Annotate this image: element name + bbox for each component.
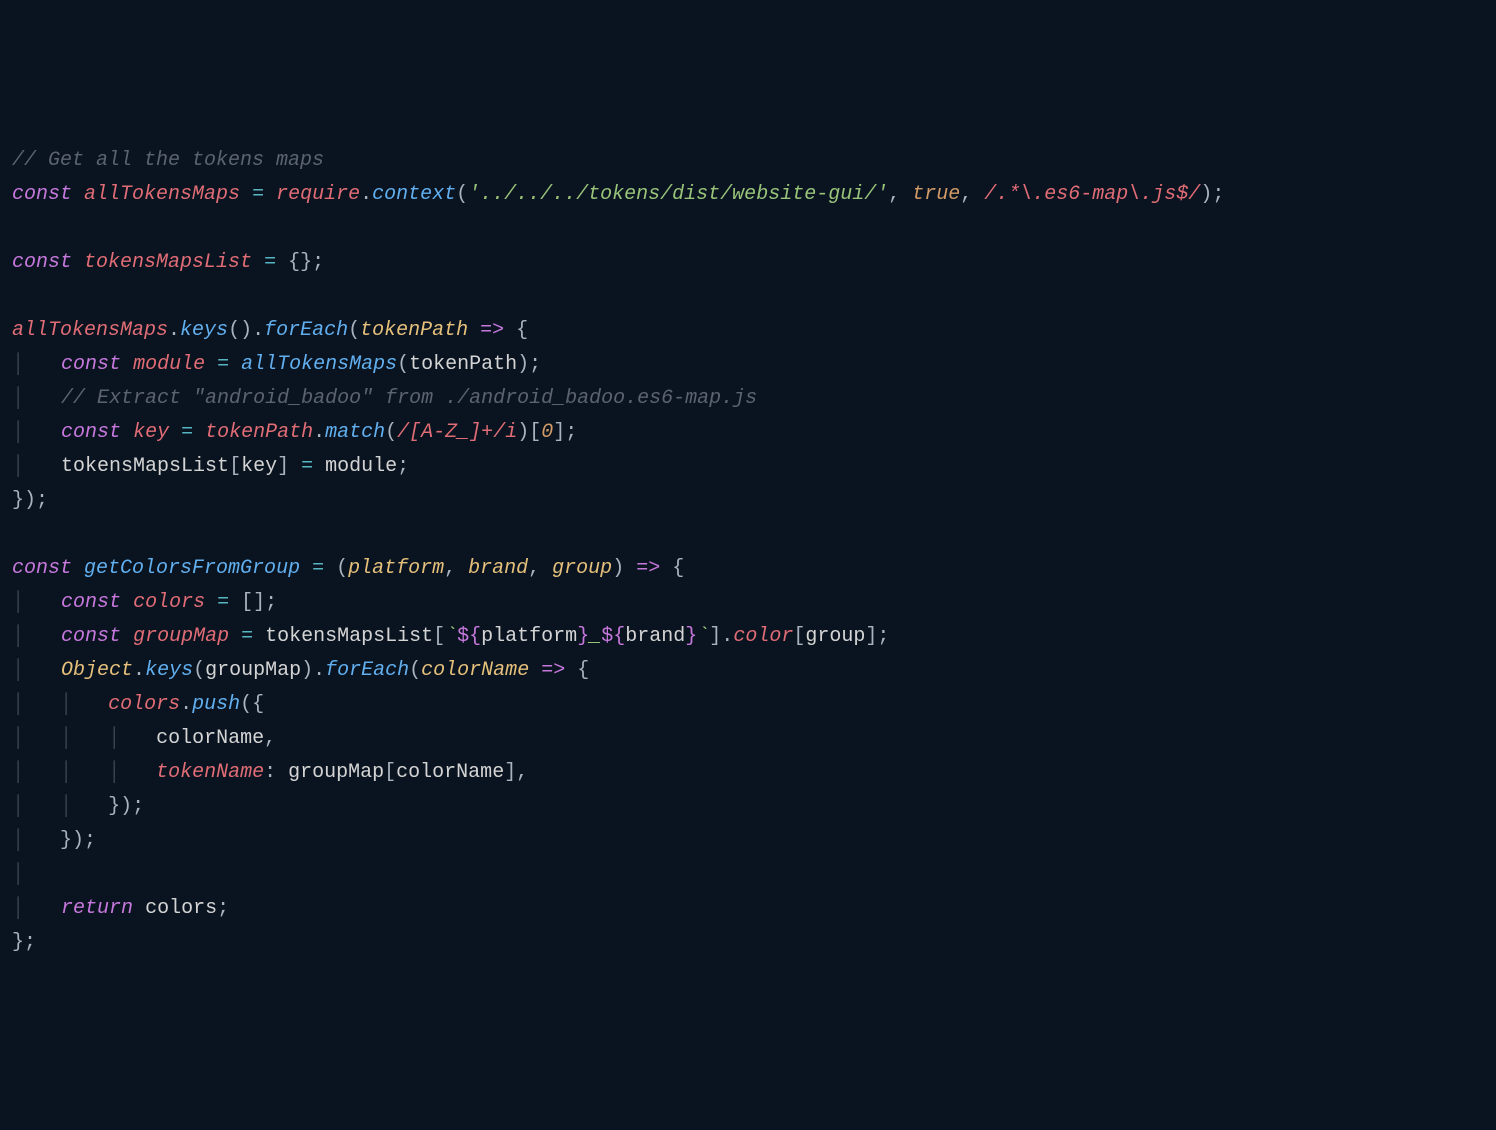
code-line-21: │ }); (12, 824, 1484, 858)
comment: // Get all the tokens maps (12, 149, 324, 172)
code-line-19: │ │ │ tokenName: groupMap[colorName], (12, 756, 1484, 790)
code-line-12 (12, 518, 1484, 552)
code-line-20: │ │ }); (12, 790, 1484, 824)
code-line-14: │ const colors = []; (12, 586, 1484, 620)
code-line-24: }; (12, 926, 1484, 960)
code-line-18: │ │ │ colorName, (12, 722, 1484, 756)
code-line-15: │ const groupMap = tokensMapsList[`${pla… (12, 620, 1484, 654)
code-line-8: │ // Extract "android_badoo" from ./andr… (12, 382, 1484, 416)
code-line-16: │ Object.keys(groupMap).forEach(colorNam… (12, 654, 1484, 688)
code-line-2: const allTokensMaps = require.context('.… (12, 178, 1484, 212)
code-line-4: const tokensMapsList = {}; (12, 246, 1484, 280)
code-line-9: │ const key = tokenPath.match(/[A-Z_]+/i… (12, 416, 1484, 450)
code-line-5 (12, 280, 1484, 314)
code-line-13: const getColorsFromGroup = (platform, br… (12, 552, 1484, 586)
code-line-11: }); (12, 484, 1484, 518)
code-line-22: │ (12, 858, 1484, 892)
code-line-17: │ │ colors.push({ (12, 688, 1484, 722)
code-line-3 (12, 212, 1484, 246)
code-line-10: │ tokensMapsList[key] = module; (12, 450, 1484, 484)
code-line-6: allTokensMaps.keys().forEach(tokenPath =… (12, 314, 1484, 348)
code-line-23: │ return colors; (12, 892, 1484, 926)
code-line-1: // Get all the tokens maps (12, 144, 1484, 178)
code-line-7: │ const module = allTokensMaps(tokenPath… (12, 348, 1484, 382)
code-editor[interactable]: // Get all the tokens maps const allToken… (12, 144, 1484, 960)
comment: // Extract "android_badoo" from ./androi… (61, 387, 757, 410)
